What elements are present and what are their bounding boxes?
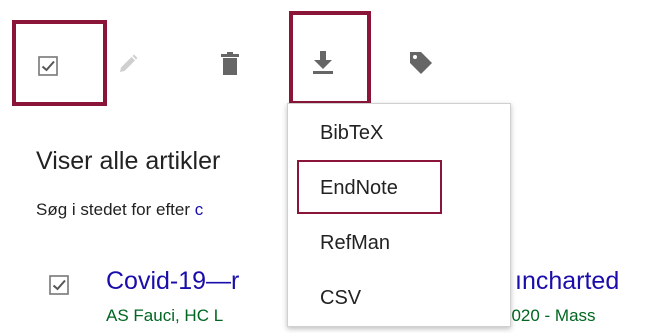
result-source: 2020 - Mass [502,306,596,325]
export-option-bibtex[interactable]: BibTeX [288,108,510,158]
label-button[interactable] [408,50,434,76]
pencil-icon [120,54,138,72]
page-heading: Viser alle artikler [36,147,221,175]
download-icon [313,51,333,74]
toolbar [0,0,648,106]
trash-icon [221,52,239,75]
checkbox-checked-icon [49,275,69,295]
edit-button[interactable] [117,53,139,75]
result-title[interactable]: Covid-19—r [106,267,239,296]
export-option-label: RefMan [320,231,391,254]
result-title-tail[interactable]: ıncharted [515,267,619,296]
export-button[interactable] [311,50,335,76]
export-option-csv[interactable]: CSV [288,273,510,323]
search-instead-line: Søg i stedet for efter c [36,200,203,220]
search-instead-link[interactable]: c [195,200,204,219]
export-option-refman[interactable]: RefMan [288,218,510,268]
select-all-checkbox[interactable] [37,55,59,77]
tag-icon [410,52,432,74]
export-option-endnote[interactable]: EndNote [288,163,510,213]
export-menu: BibTeX EndNote RefMan CSV [287,103,511,327]
checkbox-checked-icon [38,56,58,76]
export-option-label: EndNote [320,176,398,199]
search-instead-text: Søg i stedet for efter [36,200,191,219]
select-all-highlight [12,20,107,106]
result-authors: AS Fauci, HC L [106,306,224,325]
result-checkbox[interactable] [49,275,69,295]
delete-button[interactable] [219,51,241,77]
export-option-label: CSV [320,286,362,309]
export-option-label: BibTeX [320,121,384,144]
page: Viser alle artikler Søg i stedet for eft… [0,0,648,333]
